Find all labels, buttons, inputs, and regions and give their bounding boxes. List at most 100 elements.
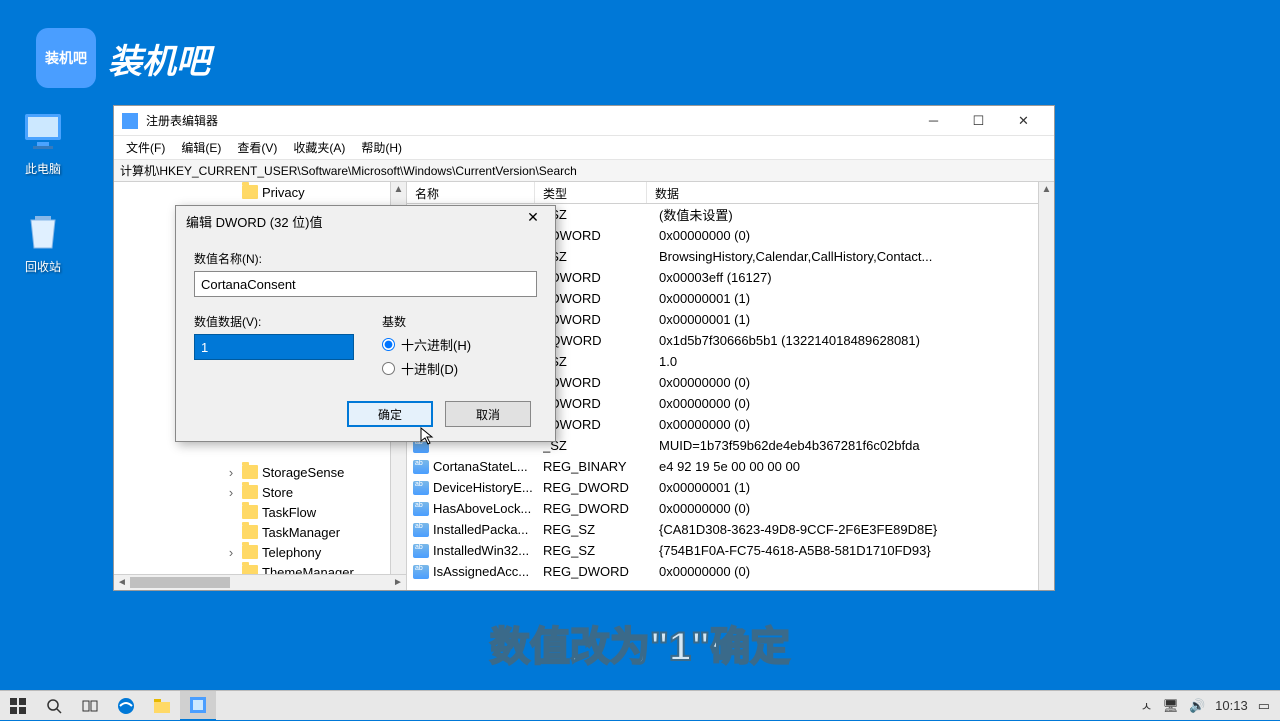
- address-bar[interactable]: 计算机\HKEY_CURRENT_USER\Software\Microsoft…: [114, 160, 1054, 182]
- cell-name: DeviceHistoryE...: [433, 480, 543, 495]
- watermark-logo: 装机吧 装机吧: [36, 28, 210, 88]
- ok-button[interactable]: 确定: [347, 401, 433, 427]
- desktop-recycle[interactable]: 回收站: [8, 206, 78, 275]
- tree-item[interactable]: ThemeManager: [114, 562, 390, 574]
- maximize-button[interactable]: ☐: [956, 106, 1001, 136]
- cell-type: _SZ: [543, 207, 655, 222]
- reg-value-icon: [413, 565, 429, 579]
- list-row[interactable]: InstalledWin32...REG_SZ{754B1F0A-FC75-46…: [407, 540, 1054, 561]
- start-button[interactable]: [0, 691, 36, 721]
- cell-data: {CA81D308-3623-49D8-9CCF-2F6E3FE89D8E}: [655, 522, 1054, 537]
- tree-label: TaskManager: [262, 525, 340, 540]
- col-data[interactable]: 数据: [647, 182, 1054, 203]
- close-button[interactable]: ✕: [1001, 106, 1046, 136]
- cell-data: 0x00000000 (0): [655, 375, 1054, 390]
- value-name-field[interactable]: [194, 271, 537, 297]
- tree-item[interactable]: › Store: [114, 482, 390, 502]
- tree-label: Store: [262, 485, 293, 500]
- clock[interactable]: 10:13: [1215, 698, 1248, 713]
- col-name[interactable]: 名称: [407, 182, 535, 203]
- folder-icon: [242, 525, 258, 539]
- cell-type: _QWORD: [543, 333, 655, 348]
- cell-data: 0x00000001 (1): [655, 291, 1054, 306]
- reg-value-icon: [413, 544, 429, 558]
- col-type[interactable]: 类型: [535, 182, 647, 203]
- cancel-button[interactable]: 取消: [445, 401, 531, 427]
- tray-up-icon[interactable]: ㅅ: [1140, 696, 1152, 715]
- cell-type: _DWORD: [543, 312, 655, 327]
- desktop-this-pc[interactable]: 此电脑: [8, 108, 78, 177]
- dialog-titlebar[interactable]: 编辑 DWORD (32 位)值 ✕: [176, 206, 555, 236]
- cell-data: 0x00000001 (1): [655, 480, 1054, 495]
- cell-data: 0x00000000 (0): [655, 564, 1054, 579]
- tree-item[interactable]: ›Telephony: [114, 542, 390, 562]
- list-row[interactable]: CortanaStateL...REG_BINARYe4 92 19 5e 00…: [407, 456, 1054, 477]
- list-row[interactable]: DeviceHistoryE...REG_DWORD0x00000001 (1): [407, 477, 1054, 498]
- explorer-button[interactable]: [144, 691, 180, 721]
- app-icon: [122, 113, 138, 129]
- tree-item[interactable]: TaskManager: [114, 522, 390, 542]
- logo-text: 装机吧: [108, 34, 210, 83]
- folder-icon: [242, 505, 258, 519]
- taskview-button[interactable]: [72, 691, 108, 721]
- cell-name: IsAssignedAcc...: [433, 564, 543, 579]
- radio-hex[interactable]: 十六进制(H): [382, 335, 537, 354]
- volume-icon[interactable]: 🔊: [1189, 698, 1205, 714]
- cell-type: _SZ: [543, 354, 655, 369]
- cell-type: _DWORD: [543, 417, 655, 432]
- list-row[interactable]: InstalledPacka...REG_SZ{CA81D308-3623-49…: [407, 519, 1054, 540]
- tree-item[interactable]: Privacy: [114, 182, 390, 202]
- cell-type: _SZ: [543, 249, 655, 264]
- menu-view[interactable]: 查看(V): [229, 136, 285, 159]
- cell-data: MUID=1b73f59b62de4eb4b367281f6c02bfda: [655, 438, 1054, 453]
- minimize-button[interactable]: ─: [911, 106, 956, 136]
- cell-data: 0x00000000 (0): [655, 417, 1054, 432]
- expand-icon[interactable]: ›: [224, 465, 238, 480]
- list-row[interactable]: HasAboveLock...REG_DWORD0x00000000 (0): [407, 498, 1054, 519]
- search-button[interactable]: [36, 691, 72, 721]
- menu-edit[interactable]: 编辑(E): [173, 136, 229, 159]
- folder-icon: [242, 465, 258, 479]
- cell-data: (数值未设置): [655, 205, 1054, 224]
- titlebar[interactable]: 注册表编辑器 ─ ☐ ✕: [114, 106, 1054, 136]
- folder-icon: [242, 185, 258, 199]
- value-data-label: 数值数据(V):: [194, 313, 354, 330]
- tree-item[interactable]: TaskFlow: [114, 502, 390, 522]
- menu-favorites[interactable]: 收藏夹(A): [285, 136, 353, 159]
- value-data-field[interactable]: [194, 334, 354, 360]
- monitor-icon: [19, 108, 67, 156]
- cell-type: REG_SZ: [543, 522, 655, 537]
- menu-help[interactable]: 帮助(H): [353, 136, 410, 159]
- tree-label: StorageSense: [262, 465, 344, 480]
- tree-item[interactable]: › StorageSense: [114, 462, 390, 482]
- recycle-icon: [19, 206, 67, 254]
- expand-icon[interactable]: ›: [224, 485, 238, 500]
- radio-dec[interactable]: 十进制(D): [382, 359, 537, 378]
- list-row[interactable]: IsAssignedAcc...REG_DWORD0x00000000 (0): [407, 561, 1054, 582]
- network-icon[interactable]: 🖥: [1162, 698, 1179, 714]
- cell-name: CortanaStateL...: [433, 459, 543, 474]
- cell-data: 1.0: [655, 354, 1054, 369]
- logo-badge: 装机吧: [36, 28, 96, 88]
- cell-name: InstalledPacka...: [433, 522, 543, 537]
- folder-icon: [242, 485, 258, 499]
- tree-label: ThemeManager: [262, 565, 354, 575]
- expand-icon[interactable]: ›: [224, 545, 238, 560]
- reg-value-icon: [413, 502, 429, 516]
- menubar: 文件(F) 编辑(E) 查看(V) 收藏夹(A) 帮助(H): [114, 136, 1054, 160]
- menu-file[interactable]: 文件(F): [118, 136, 173, 159]
- cell-type: REG_DWORD: [543, 480, 655, 495]
- dialog-close-button[interactable]: ✕: [521, 209, 545, 233]
- tree-hscrollbar[interactable]: ◄►: [114, 574, 406, 590]
- notifications-icon[interactable]: ▭: [1258, 698, 1270, 714]
- list-vscrollbar[interactable]: ▲: [1038, 182, 1054, 590]
- folder-icon: [242, 565, 258, 574]
- cell-data: 0x00000001 (1): [655, 312, 1054, 327]
- taskbar: ㅅ 🖥 🔊 10:13 ▭: [0, 690, 1280, 720]
- subtitle-caption: 数值改为"1"确定: [490, 614, 790, 672]
- regedit-taskbar-button[interactable]: [180, 691, 216, 721]
- cell-data: e4 92 19 5e 00 00 00 00: [655, 459, 1054, 474]
- system-tray[interactable]: ㅅ 🖥 🔊 10:13 ▭: [1130, 696, 1280, 715]
- cell-data: 0x1d5b7f30666b5b1 (132214018489628081): [655, 333, 1054, 348]
- edge-button[interactable]: [108, 691, 144, 721]
